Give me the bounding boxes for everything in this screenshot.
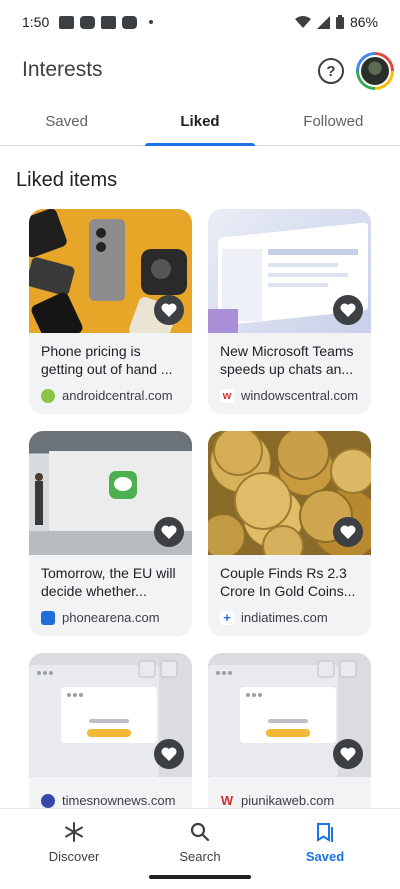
card-source: windowscentral.com — [241, 388, 359, 403]
card-source: phonearena.com — [62, 610, 160, 625]
search-icon — [190, 822, 210, 842]
unlike-button[interactable] — [333, 295, 363, 325]
unlike-button[interactable] — [154, 739, 184, 769]
nav-saved[interactable]: Saved — [275, 821, 375, 864]
card-headline: Tomorrow, the EU will decide whether... — [41, 565, 176, 599]
youtube-notification-icon — [122, 15, 138, 29]
help-icon[interactable]: ? — [318, 58, 344, 84]
heart-icon — [340, 525, 356, 539]
signal-icon — [316, 15, 330, 29]
nav-search[interactable]: Search — [150, 821, 250, 864]
liked-card[interactable]: Tomorrow, the EU will decide whether... … — [29, 431, 192, 636]
card-source: piunikaweb.com — [241, 793, 335, 808]
card-source: indiatimes.com — [241, 610, 328, 625]
section-title: Liked items — [16, 169, 118, 191]
heart-icon — [161, 303, 177, 317]
placeholder-thumbnail — [29, 653, 192, 777]
indiatimes-favicon: + — [220, 610, 234, 625]
heart-icon — [161, 525, 177, 539]
heart-icon — [340, 303, 356, 317]
tab-bar: Saved Liked Followed — [0, 100, 400, 146]
article-thumbnail — [208, 431, 371, 555]
nav-label: Search — [179, 849, 221, 864]
unlike-button[interactable] — [154, 295, 184, 325]
liked-card[interactable]: Couple Finds Rs 2.3 Crore In Gold Coins.… — [208, 431, 371, 636]
status-bar: 1:50 86% — [0, 0, 400, 44]
liked-card[interactable]: New Microsoft Teams speeds up chats an..… — [208, 209, 371, 414]
tab-liked[interactable]: Liked — [133, 100, 266, 146]
heart-icon — [161, 747, 177, 761]
unlike-button[interactable] — [154, 517, 184, 547]
nav-label: Discover — [48, 849, 100, 864]
heart-icon — [340, 747, 356, 761]
article-thumbnail — [29, 209, 192, 333]
timesnownews-favicon — [41, 793, 55, 808]
unlike-button[interactable] — [333, 739, 363, 769]
tab-followed[interactable]: Followed — [267, 100, 400, 145]
instagram-notification-icon — [80, 15, 96, 29]
card-source: timesnownews.com — [62, 793, 176, 808]
trello-notification-icon — [101, 15, 117, 29]
status-time: 1:50 — [22, 14, 50, 30]
windowscentral-favicon: w — [220, 388, 234, 403]
battery-percent: 86% — [349, 14, 378, 30]
card-headline: New Microsoft Teams speeds up chats an..… — [220, 343, 354, 377]
card-source: androidcentral.com — [62, 388, 173, 403]
liked-card[interactable]: timesnownews.com — [29, 653, 192, 828]
liked-card[interactable]: W piunikaweb.com — [208, 653, 371, 828]
gmail-notification-icon — [59, 15, 75, 29]
piunikaweb-favicon: W — [220, 792, 234, 808]
placeholder-thumbnail — [208, 653, 371, 777]
wifi-icon — [294, 15, 311, 28]
bookmark-icon — [317, 823, 333, 842]
nav-label: Saved — [305, 849, 345, 864]
battery-icon — [335, 15, 344, 29]
liked-card[interactable]: Phone pricing is getting out of hand ...… — [29, 209, 192, 414]
nav-discover[interactable]: Discover — [24, 821, 124, 864]
asterisk-icon — [65, 822, 83, 842]
page-title: Interests — [22, 58, 103, 81]
app-header: Interests ? — [0, 44, 400, 100]
tab-saved[interactable]: Saved — [0, 100, 133, 145]
article-thumbnail — [208, 209, 371, 333]
unlike-button[interactable] — [333, 517, 363, 547]
avatar[interactable] — [356, 52, 394, 90]
card-headline: Couple Finds Rs 2.3 Crore In Gold Coins.… — [220, 565, 356, 599]
gesture-handle[interactable] — [149, 875, 251, 879]
article-thumbnail — [29, 431, 192, 555]
phonearena-favicon — [41, 610, 55, 625]
card-headline: Phone pricing is getting out of hand ... — [41, 343, 173, 377]
androidcentral-favicon — [41, 388, 55, 403]
more-notifications-icon — [149, 20, 154, 24]
